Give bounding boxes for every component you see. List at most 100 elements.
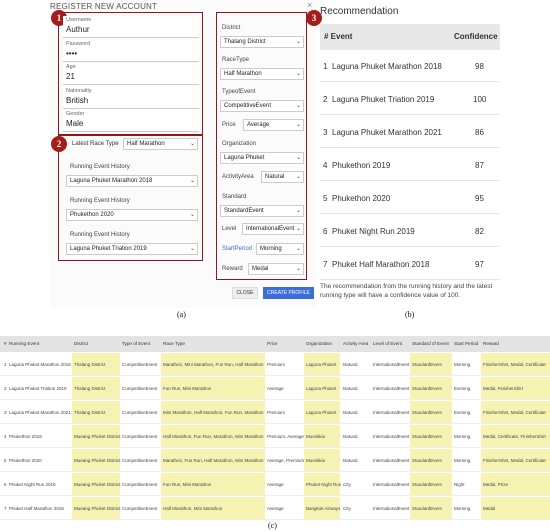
district-select[interactable]: Thalang District ⌄ <box>220 36 304 48</box>
table-row[interactable]: 6 Phuket Night Run 2019 Mueang Phuket Dist… <box>0 473 550 496</box>
recommendation-row[interactable]: 3 Laguna Phuket Marathon 2021 86 <box>320 117 500 148</box>
latest-race-label: Latest Race Type <box>72 141 119 147</box>
table-cell: Medal, Certificate, FinisherShirt <box>483 434 546 439</box>
nationality-label: Nationality <box>66 88 92 94</box>
table-cell: 5 <box>4 458 7 463</box>
activityarea-select[interactable]: Natural ⌄ <box>261 171 304 183</box>
table-cell: FinisherShirt, Medal, Certificate <box>483 410 546 415</box>
table-cell: City <box>343 506 351 511</box>
table-row[interactable]: 5 Phukethon 2020 Mueang Phuket District Com… <box>0 449 550 472</box>
table-cell: Laguna Phuket Marathon 2021 <box>9 410 71 415</box>
table-row[interactable]: 2 Laguna Phuket Triation 2019 Thalang Dist… <box>0 377 550 400</box>
gender-value: Male <box>66 119 84 128</box>
table-cell: CompetitiveEvent <box>122 410 158 415</box>
chevron-down-icon: ⌄ <box>295 174 301 180</box>
racetype-label: RaceType <box>222 57 250 63</box>
table-row[interactable]: 4 Phukethon 2019 Mueang Phuket District Com… <box>0 425 550 448</box>
username-field[interactable]: Username Authur <box>63 16 199 38</box>
table-cell: Medal <box>483 506 496 511</box>
recommendation-row[interactable]: 7 Phuket Half Marathon 2018 97 <box>320 249 500 280</box>
chevron-down-icon: ⌄ <box>189 178 195 184</box>
row-number: 4 <box>323 161 328 170</box>
close-icon[interactable]: × <box>307 0 312 10</box>
organization-select[interactable]: Laguna Phuket ⌄ <box>220 152 304 164</box>
table-row[interactable]: 3 Laguna Phuket Marathon 2021 Thalang Dist… <box>0 401 550 424</box>
latest-race-value: Half Marathon <box>127 141 165 147</box>
table-cell: InternationalEvent <box>373 410 410 415</box>
chevron-down-icon: ⌄ <box>295 208 301 214</box>
close-button[interactable]: CLOSE <box>232 287 258 299</box>
racetype-select[interactable]: Half Marathon ⌄ <box>220 68 304 80</box>
table-cell: 2 <box>4 386 7 391</box>
table-cell: CompetitiveEvent <box>122 386 158 391</box>
password-value: •••• <box>66 49 78 58</box>
table-cell: Morning <box>454 506 471 511</box>
password-field[interactable]: Password •••• <box>63 40 199 62</box>
history-select-2[interactable]: Phukethon 2020 ⌄ <box>66 209 198 221</box>
gender-field[interactable]: Gender Male <box>63 110 199 132</box>
dialog-title: REGISTER NEW ACCOUNT <box>50 2 158 11</box>
row-confidence: 100 <box>473 95 487 104</box>
level-select[interactable]: InternationalEvent ⌄ <box>242 223 304 235</box>
table-cell: Night <box>454 482 465 487</box>
nationality-field[interactable]: Nationality British <box>63 87 199 109</box>
row-number: 7 <box>323 260 328 269</box>
recommendation-header: # Event Confidence <box>320 24 500 50</box>
recommendation-row[interactable]: 2 Laguna Phuket Triation 2019 100 <box>320 84 500 115</box>
recommendation-row[interactable]: 1 Laguna Phuket Marathon 2018 98 <box>320 51 500 82</box>
organization-label: Organization <box>222 141 257 147</box>
startperiod-value: Morning <box>260 246 282 252</box>
startperiod-select[interactable]: Morning ⌄ <box>256 243 304 255</box>
table-cell: FinisherShirt, Medal, Certificate <box>483 458 546 463</box>
table-cell: Movekkia <box>306 458 326 463</box>
row-event: Laguna Phuket Marathon 2018 <box>332 62 442 71</box>
history-label-1: Running Event History <box>70 164 130 170</box>
latest-race-select[interactable]: Half Marathon ⌄ <box>123 138 198 150</box>
table-cell: Natural <box>343 362 358 367</box>
level-value: InternationalEvent <box>246 226 295 232</box>
chevron-down-icon: ⌄ <box>295 155 301 161</box>
row-number: 5 <box>323 194 328 203</box>
chevron-down-icon: ⌄ <box>295 71 301 77</box>
age-field[interactable]: Age 21 <box>63 63 199 85</box>
history-select-1[interactable]: Laguna Phuket Marathon 2018 ⌄ <box>66 175 198 187</box>
recommendation-title: Recommendation <box>320 6 399 17</box>
table-cell: Phukethon 2019 <box>9 434 42 439</box>
table-row[interactable]: 7 Phuket Half Marathon 2018 Mueang Phuket … <box>0 497 550 520</box>
recommendation-note: The recommendation from the running hist… <box>320 283 493 299</box>
chevron-down-icon: ⌄ <box>189 246 195 252</box>
table-cell: Fun Run, Mini Marathon <box>163 482 212 487</box>
table-cell: Evening <box>454 410 471 415</box>
recommendation-row[interactable]: 4 Phukethon 2019 87 <box>320 150 500 181</box>
create-profile-button[interactable]: CREATE PROFILE <box>263 287 314 299</box>
column-header: District <box>74 341 89 346</box>
table-row[interactable]: 1 Laguna Phuket Marathon 2018 Thalang Dist… <box>0 353 550 376</box>
column-header: Type of Event <box>122 341 151 346</box>
activityarea-value: Natural <box>265 174 285 180</box>
table-cell: Phukethon 2020 <box>9 458 42 463</box>
history-select-3[interactable]: Laguna Phuket Triation 2019 ⌄ <box>66 243 198 255</box>
reward-select[interactable]: Medal ⌄ <box>248 263 304 275</box>
chevron-down-icon: ⌄ <box>295 122 301 128</box>
table-cell: Average <box>267 386 284 391</box>
standard-select[interactable]: StandardEvent ⌄ <box>220 205 304 217</box>
table-cell: CompetitiveEvent <box>122 458 158 463</box>
caption-c: (c) <box>268 521 277 530</box>
table-cell: Half Marathon, Fun Run, Marathon, Mini M… <box>163 434 264 439</box>
table-cell: Medal, Prize <box>483 482 509 487</box>
table-cell: Natural <box>343 458 358 463</box>
table-cell: InternationalEvent <box>373 386 410 391</box>
row-event: Laguna Phuket Triation 2019 <box>332 95 435 104</box>
recommendation-row[interactable]: 5 Phukethon 2020 95 <box>320 183 500 214</box>
table-cell: Mueang Phuket District <box>74 458 121 463</box>
price-select[interactable]: Average ⌄ <box>243 119 304 131</box>
table-cell: Natural <box>343 386 358 391</box>
table-cell: 7 <box>4 506 7 511</box>
column-header: Organization <box>306 341 333 346</box>
gender-label: Gender <box>66 111 85 117</box>
recommendation-row[interactable]: 6 Phuket Night Run 2019 82 <box>320 216 500 247</box>
chevron-down-icon: ⌄ <box>295 103 301 109</box>
username-label: Username <box>66 17 92 23</box>
typeofevent-select[interactable]: CompetitiveEvent ⌄ <box>220 100 304 112</box>
table-cell: Laguna Phuket <box>306 362 337 367</box>
